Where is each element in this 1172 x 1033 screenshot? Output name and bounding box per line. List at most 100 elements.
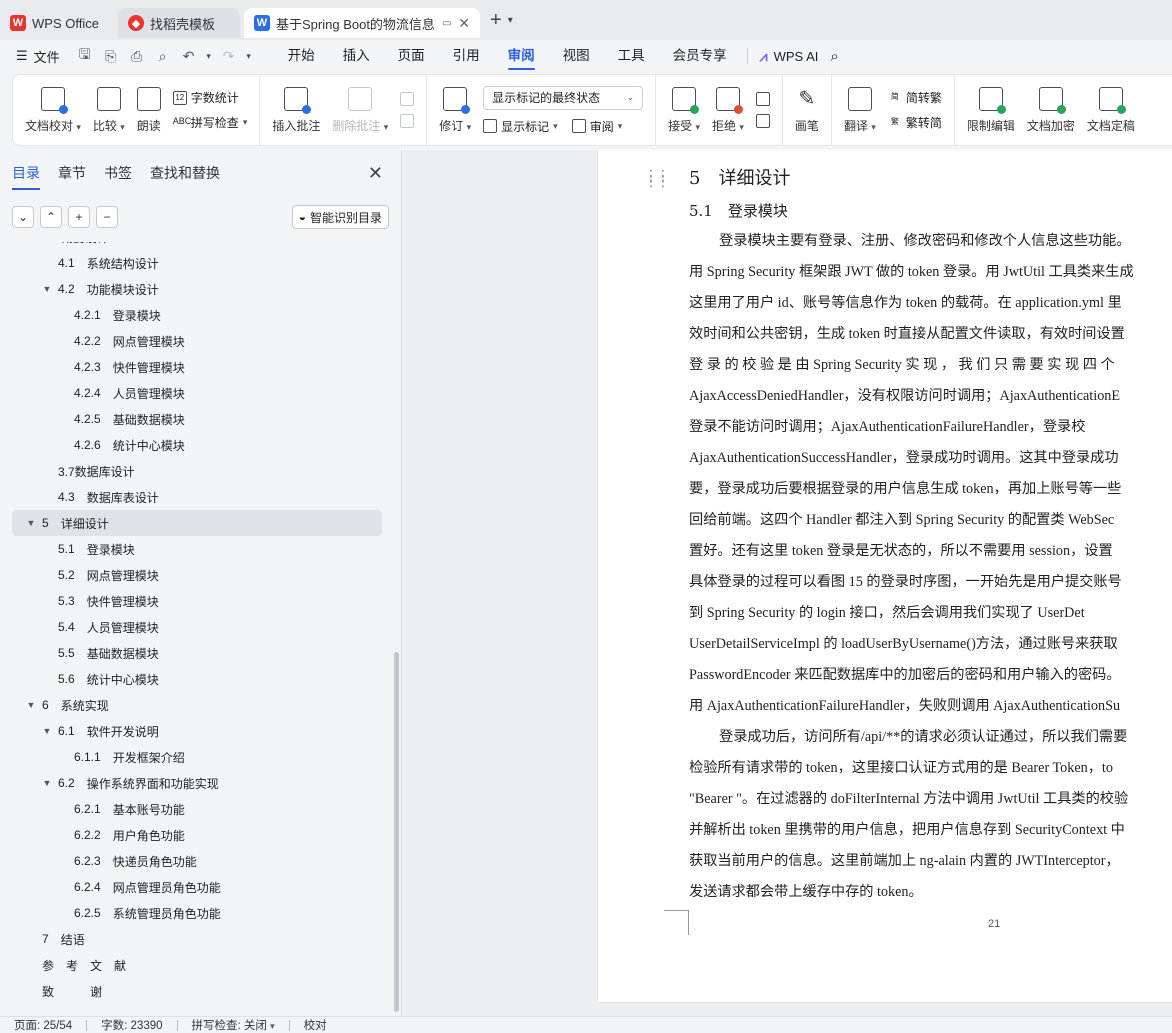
toc-item[interactable]: ▼ 5 详细设计 <box>12 510 382 536</box>
toc-item[interactable]: 5.3 快件管理模块 <box>0 588 394 614</box>
toc-item[interactable]: 参 考 文 献 <box>0 952 394 978</box>
toc-item[interactable]: ▼ 6.1 软件开发说明 <box>0 718 394 744</box>
smart-toc-button[interactable]: ◒ 智能识别目录 <box>291 205 389 229</box>
toc-item[interactable]: 4.2.3 快件管理模块 <box>0 354 394 380</box>
chevron-down-icon[interactable]: ▾ <box>244 51 254 62</box>
document-page[interactable]: ⋮⋮ ⋮⋮ 5 详细设计 5.1 登录模块 登录模块主要有登录、注册、修改密码和修… <box>598 150 1172 1002</box>
text-line[interactable]: "Bearer "。在过滤器的 doFilterInternal 方法中调用 J… <box>689 784 1172 815</box>
remove-heading-icon[interactable]: − <box>96 206 118 228</box>
text-line[interactable]: 要，登录成功后要根据登录的用户信息生成 token，再加上账号等一些 <box>689 474 1172 505</box>
toc-item[interactable]: 6.1.1 开发框架介绍 <box>0 744 394 770</box>
previous-change-icon[interactable] <box>755 92 770 106</box>
tab-chapters[interactable]: 章节 <box>58 150 86 196</box>
menu-item-tools[interactable]: 工具 <box>604 40 659 72</box>
toc-item[interactable]: 6.2.3 快递员角色功能 <box>0 848 394 874</box>
text-line[interactable]: 登录成功后，访问所有/api/**的请求必须认证通过，所以我们需要 <box>689 722 1172 753</box>
menu-item-insert[interactable]: 插入 <box>329 40 384 72</box>
doc-check-button[interactable]: 文档校对 ▾ <box>19 75 87 145</box>
delete-comment-button[interactable]: 删除批注 ▾ <box>326 75 394 145</box>
body-text[interactable]: 登录模块主要有登录、注册、修改密码和修改个人信息这些功能。用 Spring Se… <box>689 226 1172 908</box>
toc-item[interactable]: ▼ 4.2 功能模块设计 <box>0 276 394 302</box>
spell-check-indicator[interactable]: 拼写检查: 关闭 ▾ <box>178 1017 289 1033</box>
expand-toggle-icon[interactable]: ▼ <box>40 778 54 788</box>
text-line[interactable]: 具体登录的过程可以看图 15 的登录时序图，一开始先是用户提交账号 <box>689 567 1172 598</box>
text-line[interactable]: AjaxAccessDeniedHandler，没有权限访问时调用；AjaxAu… <box>689 381 1172 412</box>
toc-item[interactable]: 6.2.2 用户角色功能 <box>0 822 394 848</box>
review-pane-button[interactable]: 审阅 ▾ <box>571 118 622 135</box>
toc-item[interactable]: 4.3 数据库表设计 <box>0 484 394 510</box>
tab-wps-office[interactable]: W WPS Office <box>0 8 114 38</box>
redo-icon[interactable]: ↷ <box>218 48 240 65</box>
expand-toggle-icon[interactable]: ▼ <box>40 284 54 294</box>
print-preview-icon[interactable]: ⌕ <box>152 48 174 65</box>
text-line[interactable]: 并解析出 token 里携带的用户信息，把用户信息存到 SecurityCont… <box>689 815 1172 846</box>
text-line[interactable]: 登录不能访问时调用；AjaxAuthenticationFailureHandl… <box>689 412 1172 443</box>
markup-state-select[interactable]: 显示标记的最终状态 ⌄ <box>483 85 644 110</box>
text-line[interactable]: 发送请求都会带上缓存中存的 token。 <box>689 877 1172 908</box>
show-markup-button[interactable]: 显示标记 ▾ <box>483 118 558 135</box>
simp-to-trad-button[interactable]: 简简转繁 <box>888 89 942 106</box>
text-line[interactable]: 检验所有请求带的 token，这里接口认证方式用的是 Bearer Token，… <box>689 753 1172 784</box>
new-tab-icon[interactable]: + <box>490 9 502 32</box>
text-line[interactable]: 用 AjaxAuthenticationFailureHandler，失败则调用… <box>689 691 1172 722</box>
menu-item-member[interactable]: 会员专享 <box>659 40 741 72</box>
toc-item[interactable]: 4.2.4 人员管理模块 <box>0 380 394 406</box>
text-line[interactable]: 用 Spring Security 框架跟 JWT 做的 token 登录。用 … <box>689 257 1172 288</box>
toc-item[interactable]: 5.6 统计中心模块 <box>0 666 394 692</box>
read-aloud-button[interactable]: 朗读 <box>131 75 167 145</box>
toc-scrollbar[interactable] <box>394 242 400 1016</box>
text-line[interactable]: 这里用了用户 id、账号等信息作为 token 的载荷。在 applicatio… <box>689 288 1172 319</box>
toc-item[interactable]: 6.2.1 基本账号功能 <box>0 796 394 822</box>
reject-button[interactable]: 拒绝 ▾ <box>706 75 750 145</box>
expand-down-icon[interactable]: ⌄ <box>12 206 34 228</box>
toc-item[interactable]: 3.7数据库设计 <box>0 458 394 484</box>
word-count-button[interactable]: 12 字数统计 <box>172 89 248 106</box>
menu-item-review[interactable]: 审阅 <box>494 40 549 72</box>
menu-item-start[interactable]: 开始 <box>274 40 329 72</box>
word-count-indicator[interactable]: 字数: 23390 <box>87 1017 176 1033</box>
accept-button[interactable]: 接受 ▾ <box>662 75 706 145</box>
text-line[interactable]: 置好。还有这里 token 登录是无状态的，所以不需要用 session，设置 <box>689 536 1172 567</box>
text-line[interactable]: AjaxAuthenticationSuccessHandler，登录成功时调用… <box>689 443 1172 474</box>
compare-button[interactable]: 比较 ▾ <box>87 75 131 145</box>
tab-bookmarks[interactable]: 书签 <box>104 150 132 196</box>
text-line[interactable]: 登录模块主要有登录、注册、修改密码和修改个人信息这些功能。 <box>689 226 1172 257</box>
search-icon[interactable]: ⌕ <box>830 48 838 65</box>
toc-item[interactable]: 4.2.6 统计中心模块 <box>0 432 394 458</box>
tab-template-store[interactable]: ◆ 找稻壳模板 <box>118 8 240 38</box>
chevron-down-icon[interactable]: ▾ <box>508 15 513 26</box>
text-line[interactable]: 到 Spring Security 的 login 接口，然后会调用我们实现了 … <box>689 598 1172 629</box>
tab-document[interactable]: W 基于Spring Boot的物流信息管理系统 ▭ ✕ <box>244 8 480 38</box>
expand-toggle-icon[interactable]: ▼ <box>24 700 38 710</box>
toc-item[interactable]: 4.1 系统结构设计 <box>0 250 394 276</box>
toc-item[interactable]: ▼ 6 系统实现 <box>0 692 394 718</box>
expand-toggle-icon[interactable]: ▼ <box>24 518 38 528</box>
page-indicator[interactable]: 页面: 25/54 <box>0 1017 86 1033</box>
toc-item[interactable]: 5.2 网点管理模块 <box>0 562 394 588</box>
scrollbar-thumb[interactable] <box>394 652 399 1012</box>
insert-comment-button[interactable]: 插入批注 <box>266 75 326 145</box>
file-menu-button[interactable]: ☰ 文件 <box>16 47 60 66</box>
heading-level-2[interactable]: 5.1 登录模块 <box>689 200 788 221</box>
toc-item[interactable]: ▼4概要设计 <box>0 242 394 250</box>
heading-level-1[interactable]: 5 详细设计 <box>689 164 790 190</box>
tab-toc[interactable]: 目录 <box>12 150 40 196</box>
close-tab-icon[interactable]: ✕ <box>458 15 470 32</box>
chevron-down-icon[interactable]: ▾ <box>204 51 214 62</box>
save-icon[interactable]: 🖫 <box>74 44 96 68</box>
expand-toggle-icon[interactable]: ▼ <box>40 726 54 736</box>
text-line[interactable]: 登 录 的 校 验 是 由 Spring Security 实 现 ， 我 们 … <box>689 350 1172 381</box>
proof-indicator[interactable]: 校对 <box>290 1017 341 1033</box>
window-icon[interactable]: ▭ <box>442 18 451 29</box>
text-line[interactable]: 回给前端。这四个 Handler 都注入到 Spring Security 的配… <box>689 505 1172 536</box>
toc-item[interactable]: 致 谢 <box>0 978 394 1004</box>
translate-button[interactable]: 翻译 ▾ <box>838 75 882 145</box>
text-line[interactable]: UserDetailServiceImpl 的 loadUserByUserna… <box>689 629 1172 660</box>
spell-check-button[interactable]: ABC 拼写检查 ▾ <box>173 114 248 131</box>
toc-item[interactable]: 4.2.2 网点管理模块 <box>0 328 394 354</box>
text-line[interactable]: 效时间和公共密钥，生成 token 时直接从配置文件读取，有效时间设置 <box>689 319 1172 350</box>
drag-handle-icon[interactable]: ⋮⋮ ⋮⋮ <box>644 168 670 188</box>
next-comment-icon[interactable] <box>400 114 415 128</box>
wps-ai-button[interactable]: ⩘ WPS AI <box>760 48 819 65</box>
toc-item[interactable]: 6.2.5 系统管理员角色功能 <box>0 900 394 926</box>
